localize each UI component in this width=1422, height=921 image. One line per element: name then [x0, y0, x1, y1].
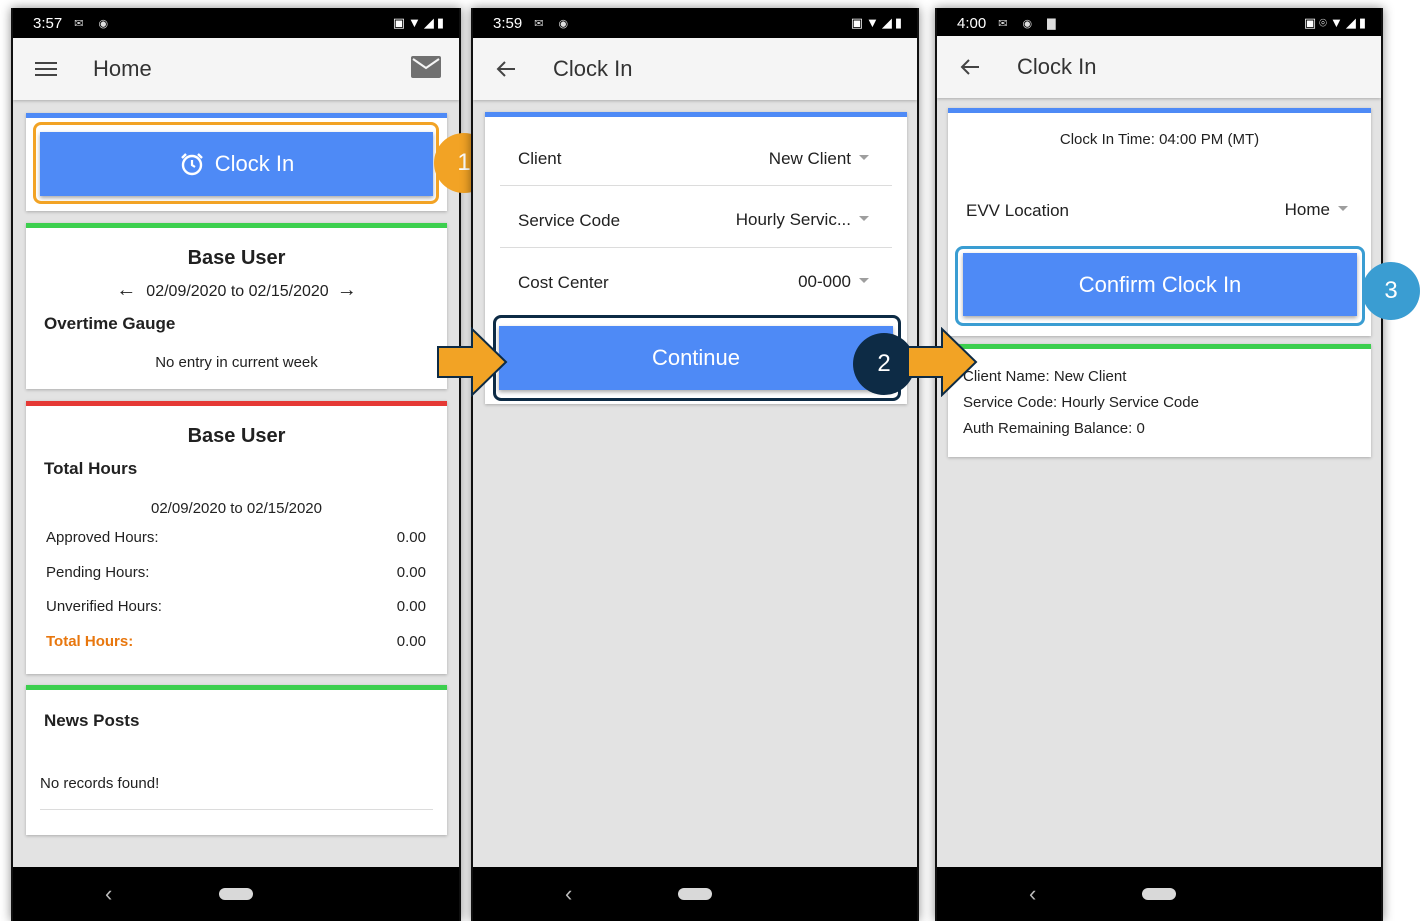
evv-location-dropdown[interactable]: Home: [1285, 200, 1348, 220]
page-title: Clock In: [1017, 54, 1097, 79]
unverified-hours-value: 0.00: [396, 598, 426, 615]
page-title: Clock In: [553, 56, 633, 81]
date-range: 02/09/2020 to 02/15/2020: [146, 283, 329, 300]
service-code-dropdown[interactable]: Hourly Servic...: [736, 210, 869, 230]
total-hours-heading: Total Hours: [44, 459, 138, 478]
news-posts-title: News Posts: [44, 711, 140, 730]
service-code-info: Service Code: Hourly Service Code: [963, 394, 1199, 411]
pending-hours-label: Pending Hours:: [46, 564, 150, 581]
client-dropdown[interactable]: New Client: [769, 149, 869, 169]
phone-screen-home: 3:57 ✉ ◉ ▣▼◢▮ Home Clock In Base User ← 0…: [11, 8, 461, 921]
notification-icons: ✉ ◉: [74, 17, 115, 30]
dropdown-caret-icon: [859, 155, 869, 160]
empty-message: No entry in current week: [155, 354, 318, 371]
nav-home-pill[interactable]: [678, 888, 712, 900]
mail-icon[interactable]: [411, 55, 441, 83]
date-range: 02/09/2020 to 02/15/2020: [151, 500, 322, 517]
signal-battery-icons: ▣▼◢▮: [392, 15, 447, 30]
status-time: 3:57: [33, 14, 63, 32]
nav-back-icon[interactable]: ‹: [1029, 881, 1036, 907]
prev-week-arrow-icon[interactable]: ←: [116, 279, 136, 301]
phone-screen-confirm: 4:00 ✉ ◉ ▇ ▣⌾▼◢▮ Clock In Clock In Time:…: [935, 8, 1383, 921]
status-bar: 3:59 ✉ ◉ ▣▼◢▮: [473, 8, 917, 38]
android-nav-bar: ‹: [13, 867, 459, 921]
status-bar: 4:00 ✉ ◉ ▇ ▣⌾▼◢▮: [937, 8, 1381, 38]
app-bar: Clock In: [473, 38, 917, 100]
cost-center-dropdown[interactable]: 00-000: [798, 272, 869, 292]
dropdown-caret-icon: [859, 216, 869, 221]
status-bar: 3:57 ✉ ◉ ▣▼◢▮: [13, 8, 459, 38]
status-time: 3:59: [493, 14, 523, 32]
client-value: New Client: [768, 149, 851, 168]
client-info-card: Client Name: New Client Service Code: Ho…: [948, 344, 1371, 457]
overtime-gauge-label: Overtime Gauge: [44, 314, 176, 333]
total-hours-card: Base User Total Hours 02/09/2020 to 02/1…: [26, 401, 447, 674]
service-code-value: Hourly Servic...: [735, 210, 851, 229]
evv-location-label: EVV Location: [966, 201, 1070, 220]
user-name: Base User: [187, 247, 286, 269]
app-bar: Clock In: [937, 36, 1381, 98]
no-records-message: No records found!: [40, 775, 160, 792]
signal-battery-icons: ▣▼◢▮: [850, 15, 905, 30]
next-week-arrow-icon[interactable]: →: [337, 279, 357, 301]
signal-battery-icons: ▣⌾▼◢▮: [1303, 15, 1369, 30]
cost-center-value: 00-000: [798, 272, 851, 291]
back-arrow-icon[interactable]: [959, 56, 981, 78]
total-hours-value: 0.00: [396, 633, 426, 650]
app-bar: Home: [13, 38, 459, 100]
nav-back-icon[interactable]: ‹: [105, 881, 112, 907]
highlight-frame-clock-in: [33, 122, 439, 204]
dropdown-caret-icon: [1338, 206, 1348, 211]
overtime-card: Base User ← 02/09/2020 to 02/15/2020 → Ove…: [26, 223, 447, 389]
status-time: 4:00: [957, 14, 987, 32]
total-hours-label: Total Hours:: [46, 633, 134, 650]
approved-hours-label: Approved Hours:: [46, 529, 159, 546]
date-range-nav: ← 02/09/2020 to 02/15/2020 →: [26, 279, 447, 302]
menu-icon[interactable]: [35, 58, 57, 80]
android-nav-bar: ‹: [473, 867, 917, 921]
pending-hours-value: 0.00: [396, 564, 426, 581]
step-arrow-icon: [437, 327, 508, 397]
page-title: Home: [93, 56, 152, 81]
user-name: Base User: [187, 425, 286, 447]
nav-home-pill[interactable]: [1142, 888, 1176, 900]
dropdown-caret-icon: [859, 278, 869, 283]
divider: [500, 247, 892, 248]
nav-back-icon[interactable]: ‹: [565, 881, 572, 907]
clock-in-time: Clock In Time: 04:00 PM (MT): [1059, 131, 1260, 148]
news-posts-card: News Posts No records found!: [26, 685, 447, 835]
android-nav-bar: ‹: [937, 867, 1381, 921]
notification-icons: ✉ ◉: [534, 17, 575, 30]
step-badge-3: 3: [1362, 262, 1420, 320]
nav-home-pill[interactable]: [219, 888, 253, 900]
approved-hours-value: 0.00: [396, 529, 426, 546]
service-code-label: Service Code: [518, 211, 621, 230]
divider: [500, 185, 892, 186]
step-arrow-icon: [907, 327, 978, 397]
highlight-frame-continue: [493, 315, 901, 401]
client-label: Client: [518, 149, 562, 168]
phone-screen-clock-in: 3:59 ✉ ◉ ▣▼◢▮ Clock In Client New Client…: [471, 8, 919, 921]
notification-icons: ✉ ◉ ▇: [998, 17, 1062, 30]
highlight-frame-confirm: [955, 246, 1365, 326]
back-arrow-icon[interactable]: [495, 58, 517, 80]
evv-location-value: Home: [1284, 200, 1330, 219]
unverified-hours-label: Unverified Hours:: [46, 598, 162, 615]
client-name-info: Client Name: New Client: [963, 368, 1127, 385]
divider: [40, 809, 433, 810]
cost-center-label: Cost Center: [518, 273, 609, 292]
auth-balance-info: Auth Remaining Balance: 0: [963, 420, 1145, 437]
